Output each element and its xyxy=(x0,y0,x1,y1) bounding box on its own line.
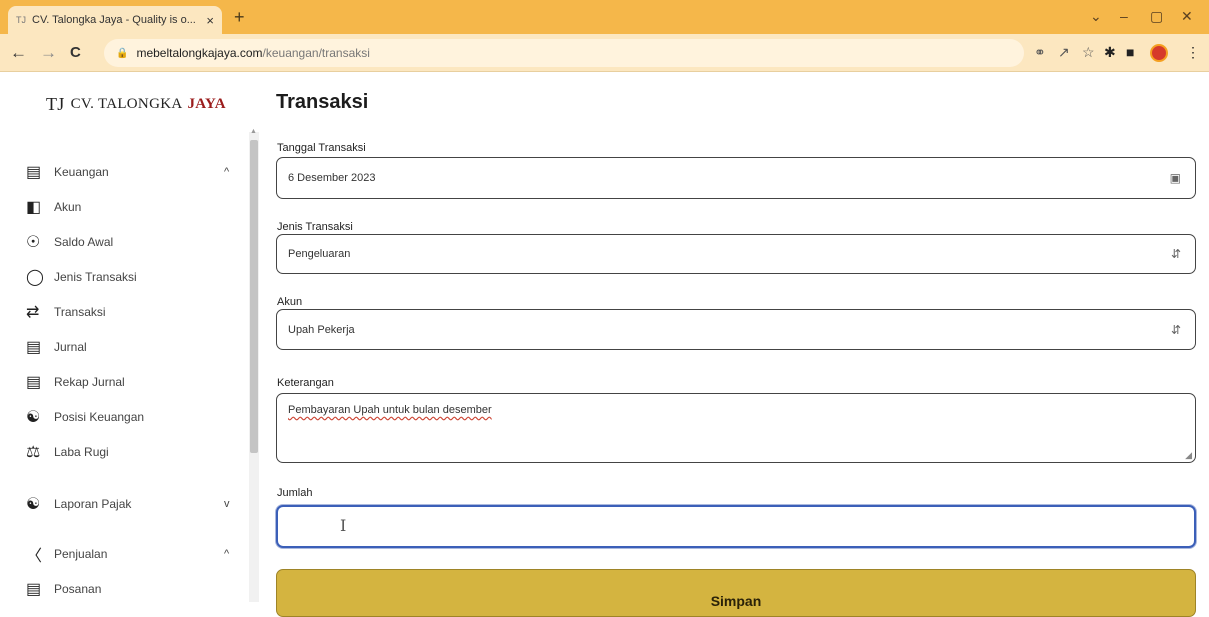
brand-mark: TJ xyxy=(46,94,65,114)
sidebar-item-label: Jenis Transaksi xyxy=(54,270,137,284)
scale-icon: ⚖ xyxy=(26,444,41,461)
jumlah-label: Jumlah xyxy=(277,487,313,499)
page-title: Transaksi xyxy=(276,91,369,113)
maximize-icon[interactable]: ▢ xyxy=(1150,8,1163,25)
chevron-down-icon: v xyxy=(224,498,230,510)
tab-title: CV. Talongka Jaya - Quality is o... xyxy=(32,14,196,26)
money-icon: ▤ xyxy=(26,164,42,181)
jenis-transaksi-select[interactable]: Pengeluaran ⇵ xyxy=(276,234,1196,274)
keterangan-label: Keterangan xyxy=(277,377,334,389)
sidebar-item-label: Saldo Awal xyxy=(54,235,114,249)
sidebar-item-posisi-keuangan[interactable]: ☯ Posisi Keuangan xyxy=(26,405,144,429)
tab-search-icon[interactable]: ⌄ xyxy=(1090,8,1102,25)
tanggal-value: 6 Desember 2023 xyxy=(288,172,376,184)
text-cursor-icon: I xyxy=(340,516,347,535)
sidebar-item-label: Akun xyxy=(54,200,82,214)
transfer-icon: ⇄ xyxy=(26,304,40,321)
minimize-icon[interactable]: – xyxy=(1120,8,1128,24)
keterangan-value: Pembayaran Upah untuk bulan desember xyxy=(288,404,492,416)
close-window-icon[interactable]: ✕ xyxy=(1181,8,1193,25)
akun-label: Akun xyxy=(277,296,303,308)
keterangan-textarea[interactable]: Pembayaran Upah untuk bulan desember ◢ xyxy=(276,393,1196,463)
select-arrows-icon: ⇵ xyxy=(1170,322,1181,337)
coin-outline-icon: ◯ xyxy=(26,269,44,286)
reload-icon[interactable]: C xyxy=(70,44,81,61)
sidebar-item-rekap-jurnal[interactable]: ▤ Rekap Jurnal xyxy=(26,370,125,394)
brand-name: CV. TALONGKA xyxy=(70,96,183,112)
menu-icon[interactable]: ⋮ xyxy=(1186,44,1200,61)
sidebar-item-transaksi[interactable]: ⇄ Transaksi xyxy=(26,300,106,324)
sidepanel-icon[interactable]: ■ xyxy=(1126,44,1134,60)
chevron-up-icon: ^ xyxy=(224,166,230,178)
chevron-up-icon: ^ xyxy=(224,548,230,560)
browser-tab[interactable]: TJ CV. Talongka Jaya - Quality is o... × xyxy=(8,6,222,34)
sidebar-item-laba-rugi[interactable]: ⚖ Laba Rugi xyxy=(26,440,109,464)
sidebar-item-label: Transaksi xyxy=(54,305,106,319)
browser-tab-bar: TJ CV. Talongka Jaya - Quality is o... ×… xyxy=(0,0,1209,34)
sidebar-item-label: Rekap Jurnal xyxy=(54,375,125,389)
tab-close-icon[interactable]: × xyxy=(206,13,214,28)
ledger-icon: ◧ xyxy=(26,199,42,216)
forward-icon[interactable]: → xyxy=(40,43,57,63)
sidebar-item-label: Laporan Pajak xyxy=(54,497,132,511)
jumlah-input[interactable]: I xyxy=(276,505,1196,548)
select-arrows-icon: ⇵ xyxy=(1170,247,1181,261)
scroll-up-icon[interactable]: ▲ xyxy=(250,128,257,135)
lock-icon: 🔒 xyxy=(116,47,129,59)
back-icon[interactable]: ← xyxy=(10,43,27,63)
star-icon[interactable]: ☆ xyxy=(1082,44,1095,61)
sidebar-item-jurnal[interactable]: ▤ Jurnal xyxy=(26,335,87,359)
extensions-icon[interactable]: ✱ xyxy=(1104,44,1116,61)
profile-icon[interactable] xyxy=(1150,44,1168,62)
browser-toolbar: ← → C 🔒 mebeltalongkajaya.com/keuangan/t… xyxy=(0,34,1209,72)
brand-logo[interactable]: TJ CV. TALONGKA JAYA xyxy=(46,94,226,115)
sidebar-item-label: Keuangan xyxy=(54,165,109,179)
sidebar-item-label: Posisi Keuangan xyxy=(54,410,145,424)
resize-handle-icon[interactable]: ◢ xyxy=(1185,450,1192,461)
sidebar-scroll-thumb[interactable] xyxy=(250,140,258,453)
url-host: mebeltalongkajaya.com xyxy=(136,46,263,60)
jenis-label: Jenis Transaksi xyxy=(277,221,353,233)
sidebar-item-label: Penjualan xyxy=(54,547,108,561)
key-icon[interactable]: ⚭ xyxy=(1034,44,1046,61)
share-icon[interactable]: ↗ xyxy=(1058,44,1070,61)
sidebar-item-akun[interactable]: ◧ Akun xyxy=(26,195,81,219)
sidebar-item-laporan-pajak[interactable]: ☯ Laporan Pajak v xyxy=(26,492,230,516)
hand-coin-icon: ☯ xyxy=(26,496,41,513)
sidebar-item-posanan[interactable]: ▤ Posanan xyxy=(26,577,101,601)
sidebar-item-jenis-transaksi[interactable]: ◯ Jenis Transaksi xyxy=(26,265,137,289)
sidebar-item-label: Posanan xyxy=(54,582,102,596)
akun-value: Upah Pekerja xyxy=(288,323,355,336)
coin-icon: ☉ xyxy=(26,234,41,251)
calendar-icon[interactable]: ▣ xyxy=(1170,171,1181,185)
simpan-button[interactable]: Simpan xyxy=(276,569,1196,617)
card-icon: ▤ xyxy=(26,339,42,356)
cart-icon: 〈 xyxy=(26,548,43,565)
new-tab-icon[interactable]: + xyxy=(234,7,245,28)
card-export-icon: ▤ xyxy=(26,581,42,598)
sidebar-item-label: Laba Rugi xyxy=(54,445,109,459)
brand-accent: JAYA xyxy=(187,96,226,112)
url-path: /keuangan/transaksi xyxy=(262,46,370,60)
sidebar: TJ CV. TALONGKA JAYA ▲ ▤ Keuangan ^ ◧ Ak… xyxy=(0,72,262,602)
akun-select[interactable]: Upah Pekerja ⇵ xyxy=(276,309,1196,350)
sidebar-item-keuangan[interactable]: ▤ Keuangan ^ xyxy=(26,160,229,184)
hand-coin-icon: ☯ xyxy=(26,409,41,426)
tanggal-label: Tanggal Transaksi xyxy=(277,142,366,154)
sidebar-item-saldo-awal[interactable]: ☉ Saldo Awal xyxy=(26,230,113,254)
sidebar-item-penjualan[interactable]: 〈 Penjualan ^ xyxy=(26,542,229,566)
sidebar-item-label: Jurnal xyxy=(54,340,87,354)
tanggal-input[interactable]: 6 Desember 2023 ▣ xyxy=(276,157,1196,199)
address-bar[interactable]: 🔒 mebeltalongkajaya.com/keuangan/transak… xyxy=(104,39,1024,67)
card-export-icon: ▤ xyxy=(26,374,42,391)
tab-favicon: TJ xyxy=(16,15,26,25)
jenis-value: Pengeluaran xyxy=(288,248,351,260)
